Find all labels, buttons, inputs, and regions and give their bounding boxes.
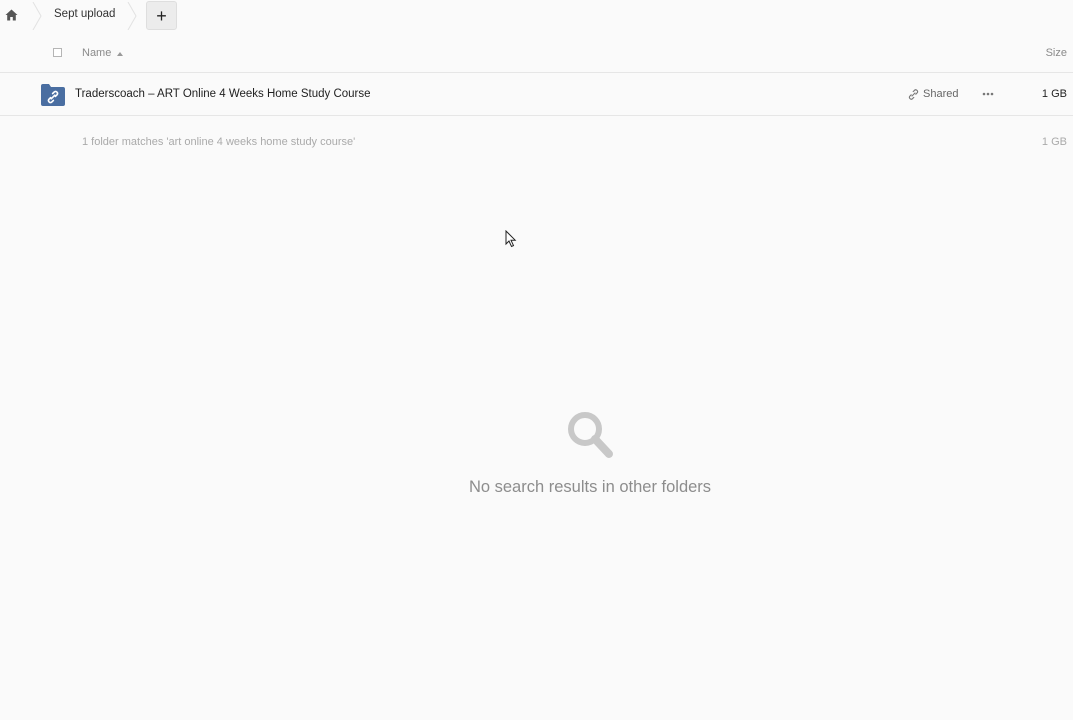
file-size: 1 GB <box>1041 88 1067 100</box>
home-icon[interactable] <box>2 5 20 25</box>
summary-size: 1 GB <box>1041 136 1067 148</box>
link-icon <box>908 88 919 100</box>
sort-ascending-icon <box>117 51 124 56</box>
shared-folder-icon <box>41 84 65 106</box>
breadcrumb: Sept upload + <box>0 0 1073 32</box>
mouse-cursor-icon <box>505 230 517 248</box>
search-icon <box>568 412 613 458</box>
file-name[interactable]: Traderscoach – ART Online 4 Weeks Home S… <box>75 88 371 100</box>
name-column-label: Name <box>82 47 112 59</box>
file-row[interactable]: Traderscoach – ART Online 4 Weeks Home S… <box>0 74 1073 116</box>
file-browser: Sept upload + Name Size Traderscoach – A… <box>0 0 1073 720</box>
size-column-header[interactable]: Size <box>1046 47 1067 59</box>
share-button[interactable]: Shared <box>908 88 958 100</box>
name-column-header[interactable]: Name <box>82 47 124 59</box>
share-label: Shared <box>923 88 959 100</box>
empty-state-message: No search results in other folders <box>468 478 712 496</box>
add-new-button[interactable]: + <box>146 1 177 30</box>
more-options-icon[interactable] <box>980 86 996 102</box>
select-all-checkbox[interactable] <box>53 48 62 57</box>
file-list-header: Name Size <box>0 36 1073 73</box>
search-summary: 1 folder matches 'art online 4 weeks hom… <box>82 136 356 148</box>
breadcrumb-separator-icon <box>127 2 137 30</box>
breadcrumb-folder[interactable]: Sept upload <box>54 8 115 20</box>
empty-search-state: No search results in other folders <box>0 410 1073 497</box>
breadcrumb-separator-icon <box>32 2 42 30</box>
